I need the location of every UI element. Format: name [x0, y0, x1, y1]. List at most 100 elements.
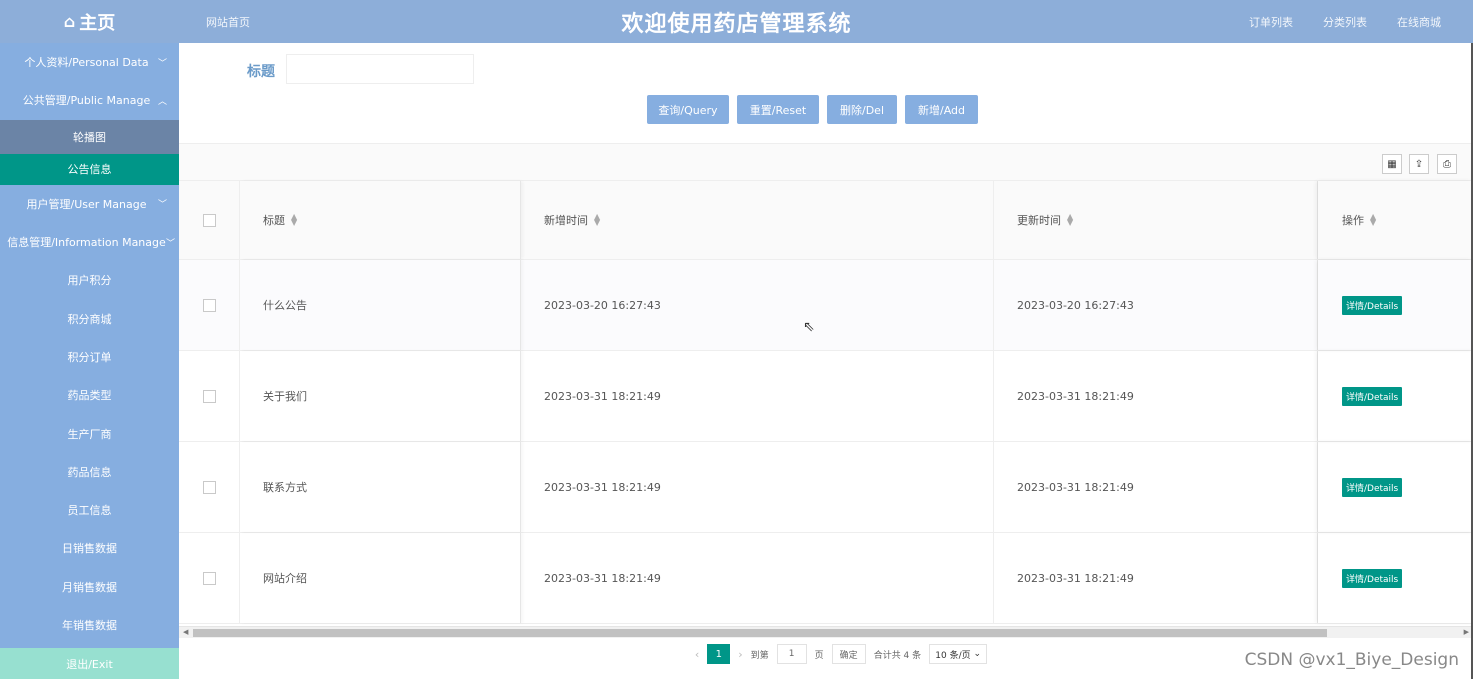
sidebar-item-daily-sales[interactable]: 日销售数据: [0, 529, 179, 567]
goto-page-input[interactable]: 1: [776, 644, 807, 664]
online-mall-link[interactable]: 在线商城: [1397, 14, 1441, 30]
cell-update-time: 2023-03-31 18:21:49: [994, 351, 1318, 441]
exit-button[interactable]: 退出/Exit: [0, 648, 179, 679]
add-button[interactable]: 新增/Add: [905, 95, 978, 124]
page-unit-label: 页: [814, 650, 824, 661]
scroll-right-icon[interactable]: ▶: [1464, 628, 1469, 636]
row-checkbox[interactable]: [202, 389, 216, 403]
reset-button[interactable]: 重置/Reset: [737, 95, 819, 124]
details-button[interactable]: 详情/Details: [1342, 386, 1403, 406]
select-all-cell: [179, 181, 240, 259]
goto-confirm-button[interactable]: 确定: [831, 644, 866, 664]
sidebar-item-monthly-sales[interactable]: 月销售数据: [0, 568, 179, 606]
table-header-row: 标题 ▲ ▼ 新增时间 ▲ ▼ 更新时间 ▲ ▼ 操作 ▲ ▼: [179, 181, 1473, 260]
cell-update-time: 2023-03-31 18:21:49: [994, 533, 1318, 623]
table-row: 联系方式 2023-03-31 18:21:49 2023-03-31 18:2…: [179, 442, 1473, 533]
watermark: CSDN @vx1_Biye_Design: [1244, 650, 1459, 670]
select-all-checkbox[interactable]: [202, 213, 216, 227]
sidebar-item-personal-data[interactable]: 个人资料/Personal Data ﹀: [0, 43, 179, 81]
sidebar: 个人资料/Personal Data ﹀ 公共管理/Public Manage ︿ …: [0, 43, 179, 679]
sort-icon[interactable]: ▲ ▼: [291, 213, 297, 227]
header-add-time-label: 新增时间: [544, 214, 588, 227]
cell-title: 联系方式: [240, 442, 521, 532]
details-button[interactable]: 详情/Details: [1342, 568, 1403, 588]
announcement-table: 标题 ▲ ▼ 新增时间 ▲ ▼ 更新时间 ▲ ▼ 操作 ▲ ▼ 什么公告 2023-03-20 …: [179, 181, 1473, 624]
details-button[interactable]: 详情/Details: [1342, 477, 1403, 497]
row-checkbox[interactable]: [202, 480, 216, 494]
sidebar-item-label: 用户管理/User Manage: [26, 197, 147, 211]
sidebar-item-public-manage[interactable]: 公共管理/Public Manage ︿: [0, 81, 179, 119]
cell-action: 详情/Details: [1318, 351, 1473, 441]
print-icon[interactable]: ⎙: [1437, 154, 1457, 174]
next-page-icon[interactable]: ›: [738, 648, 742, 661]
columns-icon[interactable]: ▦: [1382, 154, 1402, 174]
sidebar-item-drug-info[interactable]: 药品信息: [0, 453, 179, 491]
sidebar-item-information-manage[interactable]: 信息管理/Information Manage ﹀: [0, 223, 179, 261]
table-row: 关于我们 2023-03-31 18:21:49 2023-03-31 18:2…: [179, 351, 1473, 442]
sidebar-item-staff-info[interactable]: 员工信息: [0, 491, 179, 529]
sort-icon[interactable]: ▲ ▼: [1067, 213, 1073, 227]
page-size-select[interactable]: 10 条/页 ⌄: [929, 644, 988, 664]
cell-action: 详情/Details: [1318, 533, 1473, 623]
sort-icon[interactable]: ▲ ▼: [594, 213, 600, 227]
row-checkbox-cell: [179, 533, 240, 623]
sidebar-item-drug-types[interactable]: 药品类型: [0, 376, 179, 414]
delete-button[interactable]: 删除/Del: [827, 95, 897, 124]
details-button[interactable]: 详情/Details: [1342, 295, 1403, 315]
row-checkbox[interactable]: [202, 298, 216, 312]
cell-add-time: 2023-03-31 18:21:49: [521, 351, 994, 441]
cell-update-time: 2023-03-20 16:27:43: [994, 260, 1318, 350]
prev-page-icon[interactable]: ‹: [695, 648, 699, 661]
cell-update-time: 2023-03-31 18:21:49: [994, 442, 1318, 532]
cell-title: 什么公告: [240, 260, 521, 350]
goto-label: 到第: [750, 650, 769, 661]
chevron-up-icon: ︿: [157, 96, 167, 107]
export-icon[interactable]: ⇪: [1409, 154, 1429, 174]
row-checkbox-cell: [179, 351, 240, 441]
chevron-down-icon: ﹀: [157, 58, 167, 69]
main-content: 标题 查询/Query 重置/Reset 删除/Del 新增/Add ▦ ⇪ ⎙…: [179, 43, 1473, 679]
chevron-down-icon: ﹀: [165, 238, 175, 249]
mouse-cursor-icon: ⇖: [803, 319, 815, 335]
sidebar-item-user-points[interactable]: 用户积分: [0, 261, 179, 299]
sidebar-item-label: 信息管理/Information Manage: [7, 236, 166, 250]
scroll-left-icon[interactable]: ◀: [183, 628, 188, 636]
row-checkbox-cell: [179, 442, 240, 532]
row-checkbox[interactable]: [202, 571, 216, 585]
table-row: 网站介绍 2023-03-31 18:21:49 2023-03-31 18:2…: [179, 533, 1473, 624]
sidebar-item-manufacturers[interactable]: 生产厂商: [0, 414, 179, 452]
header-update-time[interactable]: 更新时间 ▲ ▼: [994, 181, 1318, 259]
header-action-label: 操作: [1342, 214, 1364, 227]
sidebar-item-user-manage[interactable]: 用户管理/User Manage ﹀: [0, 185, 179, 223]
sort-icon[interactable]: ▲ ▼: [1370, 213, 1376, 227]
cell-action: 详情/Details: [1318, 260, 1473, 350]
cell-add-time: 2023-03-20 16:27:43: [521, 260, 994, 350]
header-title[interactable]: 标题 ▲ ▼: [240, 181, 521, 259]
table-toolbar: ▦ ⇪ ⎙: [179, 143, 1473, 181]
category-list-link[interactable]: 分类列表: [1323, 14, 1367, 30]
header-add-time[interactable]: 新增时间 ▲ ▼: [521, 181, 994, 259]
chevron-down-icon: ﹀: [157, 200, 167, 211]
cell-title: 关于我们: [240, 351, 521, 441]
cell-action: 详情/Details: [1318, 442, 1473, 532]
title-search-input[interactable]: [286, 54, 474, 84]
sidebar-item-carousel[interactable]: 轮播图: [0, 119, 179, 154]
current-page[interactable]: 1: [707, 644, 731, 664]
total-count: 合计共 4 条: [873, 650, 922, 661]
scroll-thumb[interactable]: [193, 629, 1327, 637]
query-button[interactable]: 查询/Query: [647, 95, 729, 124]
page-size-value: 10 条/页: [935, 650, 971, 661]
sidebar-item-yearly-sales[interactable]: 年销售数据: [0, 606, 179, 644]
sidebar-item-label: 公共管理/Public Manage: [22, 94, 151, 108]
table-row: 什么公告 2023-03-20 16:27:43 2023-03-20 16:2…: [179, 260, 1473, 351]
sidebar-item-points-orders[interactable]: 积分订单: [0, 338, 179, 376]
sidebar-item-points-mall[interactable]: 积分商城: [0, 299, 179, 337]
row-checkbox-cell: [179, 260, 240, 350]
header-title-label: 标题: [263, 214, 285, 227]
header-action[interactable]: 操作 ▲ ▼: [1318, 181, 1473, 259]
order-list-link[interactable]: 订单列表: [1249, 14, 1293, 30]
header-update-time-label: 更新时间: [1017, 214, 1061, 227]
horizontal-scrollbar[interactable]: ◀ ▶: [179, 626, 1473, 638]
sidebar-item-announcements[interactable]: 公告信息: [0, 153, 179, 185]
search-label: 标题: [247, 64, 275, 80]
